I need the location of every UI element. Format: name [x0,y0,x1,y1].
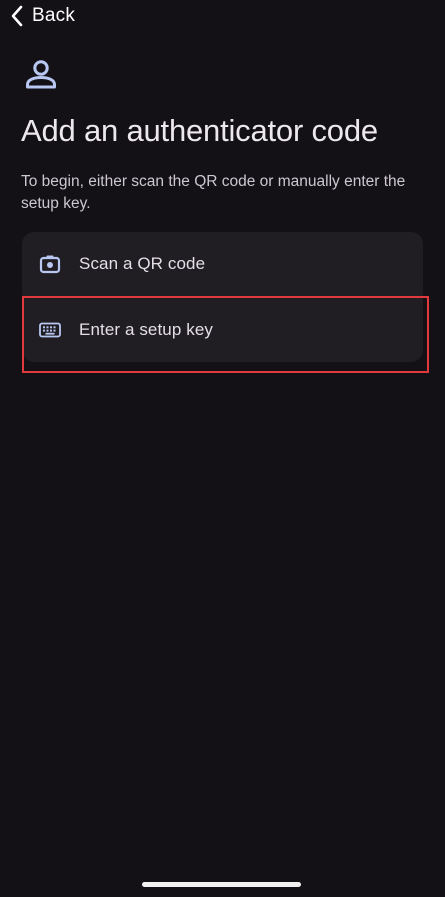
scan-qr-code-option[interactable]: Scan a QR code [22,232,423,296]
enter-setup-key-option[interactable]: Enter a setup key [22,298,423,362]
person-icon [26,60,56,89]
back-button[interactable]: Back [10,2,75,30]
enter-setup-key-label: Enter a setup key [79,320,213,339]
home-indicator[interactable] [142,882,301,887]
chevron-left-icon [11,5,23,27]
back-label: Back [32,5,76,26]
scan-qr-code-label: Scan a QR code [79,254,206,273]
page-subtitle: To begin, either scan the QR code or man… [21,173,406,212]
page-title: Add an authenticator code [21,113,378,148]
keyboard-icon [38,318,62,342]
camera-icon [38,252,62,276]
